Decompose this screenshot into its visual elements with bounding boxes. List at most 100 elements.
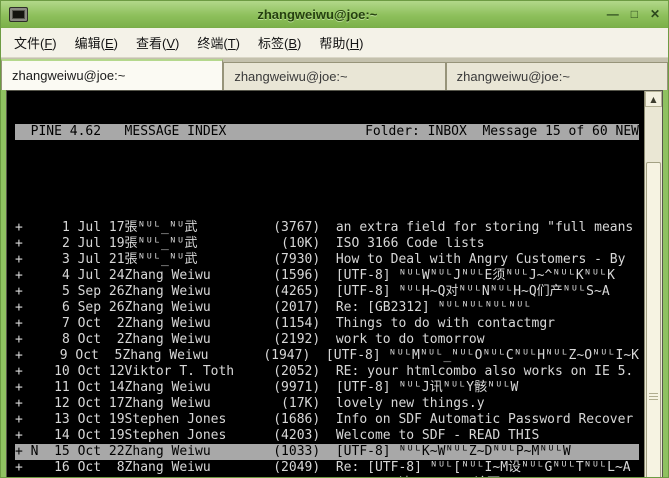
- tab-terminal-3[interactable]: zhangweiwu@joe:~: [445, 62, 668, 90]
- message-row[interactable]: + 8 Oct 2 Zhang Weiwu (2192) work to do tomo…: [15, 332, 639, 348]
- msg-date: Jul 24: [77, 268, 125, 283]
- titlebar[interactable]: zhangweiwu@joe:~ — □ ✕: [1, 1, 668, 28]
- menu-item-help[interactable]: 帮助(H): [310, 29, 372, 56]
- msg-date: Oct 12: [77, 364, 125, 379]
- window-title: zhangweiwu@joe:~: [257, 6, 378, 22]
- message-row[interactable]: + 16 Oct 8 Zhang Weiwu (2049) Re: [UTF-8] ᴺᵁ…: [15, 460, 639, 476]
- msg-date: Jul 17: [77, 220, 125, 235]
- msg-size: (1033): [273, 444, 321, 459]
- minimize-icon[interactable]: —: [607, 8, 619, 20]
- msg-number: 13: [54, 412, 70, 427]
- scrollbar-track[interactable]: [645, 107, 662, 477]
- msg-size: (1686): [273, 412, 321, 427]
- message-row[interactable]: + 13 Oct 19 Stephen Jones (1686) Info on SDF…: [15, 412, 639, 428]
- msg-date: Oct 8: [77, 460, 125, 475]
- msg-flags: +: [15, 380, 31, 395]
- msg-number: 6: [61, 300, 70, 315]
- message-index: + 1 Jul 17 張ᴺᵁᴸ_ᴺᵁ武 (3767) an extra field fo…: [15, 220, 644, 477]
- msg-subject: Re: [GB2312] ᴺᵁᴸᴺᵁᴸᴺᵁᴸᴺᵁᴸ: [335, 300, 532, 315]
- scrollbar-thumb[interactable]: [646, 161, 661, 477]
- message-row[interactable]: + 10 Oct 12 Viktor T. Toth (2052) RE: your h…: [15, 364, 639, 380]
- menu-item-edit[interactable]: 编辑(E): [66, 29, 127, 56]
- msg-size: (9971): [273, 380, 321, 395]
- scrollbar-grip: [649, 393, 658, 401]
- message-row[interactable]: + N 15 Oct 22 Zhang Weiwu (1033) [UTF-8] ᴺᵁᴸK…: [15, 444, 639, 460]
- msg-flags: +: [15, 316, 31, 331]
- msg-number: 15: [54, 444, 70, 459]
- msg-sender: Zhang Weiwu: [122, 348, 209, 363]
- terminal-screen[interactable]: PINE 4.62 MESSAGE INDEX Folder: INBOX Me…: [7, 91, 644, 477]
- msg-subject: Things to do with contactmgr: [335, 316, 555, 331]
- msg-date: Oct 19: [77, 428, 125, 443]
- msg-number: 12: [54, 396, 70, 411]
- message-row[interactable]: + 7 Oct 2 Zhang Weiwu (1154) Things to do wi…: [15, 316, 639, 332]
- window-controls: — □ ✕: [607, 8, 660, 20]
- msg-size: (1154): [273, 316, 321, 331]
- msg-size: (7930): [273, 252, 321, 267]
- msg-size: (17K): [281, 396, 321, 411]
- tab-terminal-1[interactable]: zhangweiwu@joe:~: [1, 59, 224, 90]
- menu-item-terminal[interactable]: 终端(T): [188, 29, 249, 56]
- pine-folder-status: Folder: INBOX Message 15 of 60 NEW: [365, 124, 639, 139]
- msg-subject: [UTF-8] ᴺᵁᴸMᴺᵁᴸ_ᴺᵁᴸOᴺᵁᴸCᴺᵁᴸHᴺᵁᴸZ~OᴺᵁᴸI~K: [325, 348, 639, 363]
- msg-subject: Re: [UTF-8] ᴺᵁᴸ[ᴺᵁᴸI~M设ᴺᵁᴸGᴺᵁᴸTᴺᵁᴸL~A: [335, 460, 631, 475]
- msg-date: Oct 5: [75, 348, 123, 363]
- close-icon[interactable]: ✕: [650, 8, 660, 20]
- menubar: 文件(F) 编辑(E) 查看(V) 终端(T) 标签(B) 帮助(H): [1, 28, 668, 58]
- msg-number: 10: [54, 364, 70, 379]
- msg-number: 5: [61, 284, 70, 299]
- msg-number: 14: [54, 428, 70, 443]
- message-row[interactable]: + 1 Jul 17 張ᴺᵁᴸ_ᴺᵁ武 (3767) an extra field fo…: [15, 220, 639, 236]
- msg-subject: [UTF-8] ᴺᵁᴸWᴺᵁᴸJᴺᵁᴸE须ᴺᵁᴸJ~^ᴺᵁᴸKᴺᵁᴸK: [335, 268, 615, 283]
- msg-date: Jul 21: [77, 252, 125, 267]
- msg-number: 2: [61, 236, 70, 251]
- msg-sender: Zhang Weiwu: [124, 268, 211, 283]
- msg-flags: +: [15, 396, 31, 411]
- msg-sender: Zhang Weiwu: [124, 380, 211, 395]
- tab-terminal-2[interactable]: zhangweiwu@joe:~: [223, 62, 446, 90]
- msg-size: (10K): [281, 236, 321, 251]
- message-row[interactable]: + 4 Jul 24 Zhang Weiwu (1596) [UTF-8] ᴺᵁᴸWᴺᵁ…: [15, 268, 639, 284]
- msg-size: (2192): [273, 332, 321, 347]
- msg-flags: + N: [15, 444, 39, 459]
- msg-sender: Zhang Weiwu: [124, 316, 211, 331]
- message-row[interactable]: + 5 Sep 26 Zhang Weiwu (4265) [UTF-8] ᴺᵁᴸH~Q…: [15, 284, 639, 300]
- scroll-up-icon[interactable]: ▲: [645, 91, 662, 107]
- msg-flags: +: [15, 332, 31, 347]
- message-row[interactable]: + 6 Sep 26 Zhang Weiwu (2017) Re: [GB2312] ᴺ…: [15, 300, 639, 316]
- message-row[interactable]: + 14 Oct 19 Stephen Jones (4203) Welcome to …: [15, 428, 639, 444]
- msg-flags: +: [15, 236, 31, 251]
- msg-subject: [UTF-8] ᴺᵁᴸH~Q对ᴺᵁᴸNᴺᵁᴸH~Q们产ᴺᵁᴸS~A: [335, 284, 610, 299]
- msg-flags: +: [15, 268, 31, 283]
- msg-size: (1596): [273, 268, 321, 283]
- msg-subject: work to do tomorrow: [335, 332, 485, 347]
- menu-item-view[interactable]: 查看(V): [127, 29, 188, 56]
- maximize-icon[interactable]: □: [631, 8, 638, 20]
- menu-item-tabs[interactable]: 标签(B): [249, 29, 310, 56]
- msg-size: (1947): [263, 348, 311, 363]
- message-row[interactable]: + 3 Jul 21 張ᴺᵁᴸ_ᴺᵁ武 (7930) How to Deal with …: [15, 252, 639, 268]
- msg-number: 16: [54, 460, 70, 475]
- msg-number: 8: [61, 332, 70, 347]
- scrollbar[interactable]: ▲ ▼: [644, 91, 662, 477]
- msg-sender: Zhang Weiwu: [124, 332, 211, 347]
- msg-flags: +: [15, 252, 31, 267]
- msg-sender: Stephen Jones: [124, 428, 227, 443]
- message-row[interactable]: + 2 Jul 19 張ᴺᵁᴸ_ᴺᵁ武 (10K) ISO 3166 Code list…: [15, 236, 639, 252]
- msg-sender: 張ᴺᵁᴸ_ᴺᵁ武: [124, 252, 198, 267]
- msg-sender: Stephen Jones: [124, 412, 227, 427]
- msg-date: Oct 19: [77, 412, 125, 427]
- msg-date: Oct 22: [77, 444, 125, 459]
- message-row[interactable]: + 11 Oct 14 Zhang Weiwu (9971) [UTF-8] ᴺᵁᴸJ讯…: [15, 380, 639, 396]
- msg-flags: +: [15, 460, 31, 475]
- msg-date: Sep 26: [77, 300, 125, 315]
- terminal-window: zhangweiwu@joe:~ — □ ✕ 文件(F) 编辑(E) 查看(V) 终端…: [0, 0, 669, 478]
- menu-item-file[interactable]: 文件(F): [5, 29, 66, 56]
- message-row[interactable]: + 12 Oct 17 Zhang Weiwu (17K) lovely new thi…: [15, 396, 639, 412]
- message-row[interactable]: + 9 Oct 5 Zhang Weiwu (1947) [UTF-8] ᴺᵁᴸMᴺᵁᴸ…: [15, 348, 639, 364]
- msg-subject: Info on SDF Automatic Password Recover: [335, 412, 634, 427]
- msg-size: (2049): [273, 460, 321, 475]
- terminal-frame: PINE 4.62 MESSAGE INDEX Folder: INBOX Me…: [6, 90, 663, 477]
- terminal-app-icon: [9, 6, 28, 22]
- msg-number: 7: [61, 316, 70, 331]
